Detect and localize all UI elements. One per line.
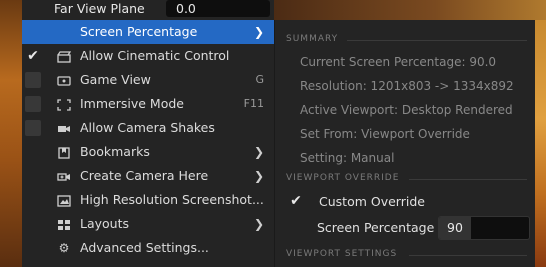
section-header-summary: SUMMARY	[286, 34, 339, 44]
checkbox-immersive-mode[interactable]	[25, 96, 41, 112]
camera-add-icon	[56, 164, 72, 188]
menu-item-label: Advanced Settings...	[80, 240, 209, 255]
summary-active-viewport: Active Viewport: Desktop Rendered	[300, 103, 513, 117]
menu-item-label: Immersive Mode	[80, 96, 184, 111]
summary-setting: Setting: Manual	[300, 151, 395, 165]
viewport-background-top	[268, 0, 546, 20]
gamepad-icon	[56, 68, 72, 92]
menu-item-label: Create Camera Here	[80, 168, 209, 183]
gear-icon: ⚙	[58, 241, 70, 255]
menu-item-bookmarks[interactable]: Bookmarks ❯	[22, 140, 274, 164]
section-divider	[409, 255, 527, 256]
viewport-options-menu: Far View Plane 0.0 Screen Percentage ❯ ✔…	[22, 0, 274, 267]
summary-set-from: Set From: Viewport Override	[300, 127, 470, 141]
menu-item-layouts[interactable]: Layouts ❯	[22, 212, 274, 236]
section-divider	[347, 40, 527, 41]
menu-item-advanced-settings[interactable]: ⚙ Advanced Settings...	[22, 236, 274, 260]
screen-percentage-label: Screen Percentage	[317, 220, 435, 235]
menu-item-label: High Resolution Screenshot...	[80, 192, 264, 207]
screen-percentage-input[interactable]: 90	[438, 216, 530, 240]
menu-item-label: Allow Cinematic Control	[80, 48, 230, 63]
menu-item-label: Allow Camera Shakes	[80, 120, 215, 135]
checkmark-icon: ✔	[290, 193, 302, 209]
section-header-viewport-override: VIEWPORT OVERRIDE	[286, 173, 400, 183]
section-divider	[409, 179, 527, 180]
chevron-right-icon: ❯	[253, 169, 264, 183]
clapperboard-icon	[56, 44, 72, 68]
chevron-right-icon: ❯	[253, 217, 264, 231]
viewport-background-right	[534, 20, 546, 267]
shortcut-label: F11	[243, 97, 264, 110]
custom-override-checkbox[interactable]: ✔	[288, 193, 304, 209]
checkbox-game-view[interactable]	[25, 72, 41, 88]
bookmark-icon	[56, 140, 72, 164]
menu-item-create-camera-here[interactable]: Create Camera Here ❯	[22, 164, 274, 188]
screen-percentage-value[interactable]: 90	[439, 217, 471, 239]
checkbox-allow-camera-shakes[interactable]	[25, 120, 41, 136]
camera-icon	[56, 116, 72, 140]
menu-item-immersive-mode[interactable]: Immersive Mode F11	[22, 92, 274, 116]
far-view-plane-label: Far View Plane	[54, 1, 145, 16]
chevron-right-icon: ❯	[253, 25, 264, 39]
menu-item-game-view[interactable]: Game View G	[22, 68, 274, 92]
menu-item-label: Game View	[80, 72, 151, 87]
menu-item-allow-camera-shakes[interactable]: Allow Camera Shakes	[22, 116, 274, 140]
screenshot-icon	[56, 188, 72, 212]
layout-icon	[56, 212, 72, 236]
checkbox-allow-cinematic-control[interactable]: ✔	[25, 48, 41, 64]
menu-item-label: Bookmarks	[80, 144, 150, 159]
shortcut-label: G	[255, 73, 264, 86]
viewport-background-left	[0, 0, 22, 267]
summary-current-screen-percentage: Current Screen Percentage: 90.0	[300, 55, 497, 69]
menu-item-label: Layouts	[80, 216, 130, 231]
fullscreen-icon	[56, 92, 72, 116]
far-view-plane-row: Far View Plane 0.0	[22, 0, 274, 20]
chevron-right-icon: ❯	[253, 145, 264, 159]
menu-item-allow-cinematic-control[interactable]: ✔ Allow Cinematic Control	[22, 44, 274, 68]
summary-resolution: Resolution: 1201x803 -> 1334x892	[300, 79, 514, 93]
screen-percentage-submenu: SUMMARY Current Screen Percentage: 90.0 …	[274, 20, 535, 267]
menu-item-screen-percentage[interactable]: Screen Percentage ❯	[22, 20, 274, 44]
checkmark-icon: ✔	[27, 48, 39, 64]
custom-override-label: Custom Override	[319, 194, 425, 209]
section-header-viewport-settings: VIEWPORT SETTINGS	[286, 249, 398, 259]
far-view-plane-input[interactable]: 0.0	[166, 0, 270, 17]
menu-item-label: Screen Percentage	[80, 24, 198, 39]
menu-item-high-resolution-screenshot[interactable]: High Resolution Screenshot...	[22, 188, 274, 212]
